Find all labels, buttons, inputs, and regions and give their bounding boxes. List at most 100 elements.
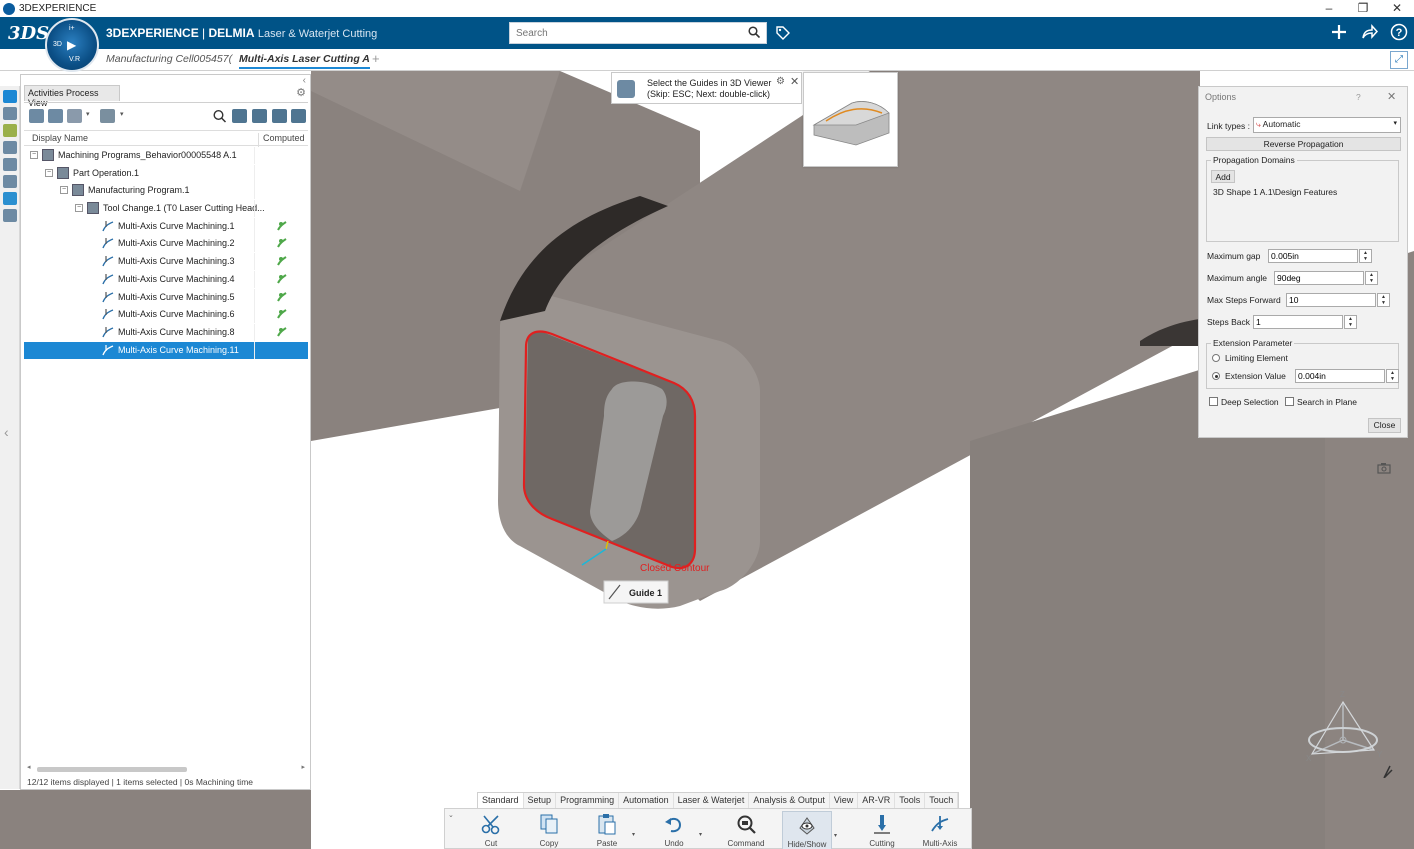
- prompt-close-icon[interactable]: ✕: [790, 75, 799, 88]
- tab-standard[interactable]: Standard: [478, 793, 524, 808]
- cutting-button[interactable]: Cutting: [860, 811, 904, 848]
- scroll-right-icon[interactable]: ▸: [301, 763, 305, 771]
- view-options-icon[interactable]: [67, 109, 82, 123]
- expand-panel-chevron-icon[interactable]: ‹: [4, 424, 9, 440]
- tab-tools[interactable]: Tools: [895, 793, 926, 808]
- camera-icon[interactable]: [1377, 462, 1391, 474]
- search-box[interactable]: [509, 22, 767, 44]
- tree-row[interactable]: Multi-Axis Curve Machining.4: [24, 270, 308, 289]
- tab-touch[interactable]: Touch: [925, 793, 959, 808]
- display-name-column-header[interactable]: Display Name: [32, 133, 88, 143]
- command-button[interactable]: Command: [724, 811, 768, 848]
- tab-automation[interactable]: Automation: [619, 793, 674, 808]
- tag-icon[interactable]: [775, 25, 791, 41]
- extension-value-input[interactable]: [1295, 369, 1385, 383]
- tree-row[interactable]: Multi-Axis Curve Machining.8: [24, 323, 308, 342]
- view-options-dropdown-icon[interactable]: ▾: [86, 110, 90, 118]
- undo-button[interactable]: Undo ▾: [652, 811, 702, 848]
- domain-list-item[interactable]: 3D Shape 1 A.1\Design Features: [1213, 187, 1337, 197]
- chevron-down-icon[interactable]: ▾: [1393, 119, 1397, 127]
- options-close-icon[interactable]: ✕: [1387, 90, 1396, 103]
- reverse-propagation-button[interactable]: Reverse Propagation: [1206, 137, 1401, 151]
- cut-button[interactable]: Cut: [469, 811, 513, 848]
- limiting-element-radio[interactable]: [1212, 354, 1220, 362]
- steps-back-spinner[interactable]: ▲ ▼: [1344, 315, 1357, 329]
- deep-selection-checkbox[interactable]: [1209, 397, 1218, 406]
- compass-widget[interactable]: i+ 3D ▶ V.R: [45, 18, 99, 72]
- tree-collapse-icon[interactable]: [48, 109, 63, 123]
- scrollbar-thumb[interactable]: [37, 767, 187, 772]
- process-icon[interactable]: [3, 107, 17, 120]
- max-steps-input[interactable]: [1286, 293, 1376, 307]
- machining-icon[interactable]: [3, 175, 17, 188]
- minimize-button[interactable]: –: [1312, 0, 1346, 17]
- tree-row[interactable]: Multi-Axis Curve Machining.5: [24, 288, 308, 307]
- group-by-icon[interactable]: [100, 109, 115, 123]
- tree-expander-icon[interactable]: −: [75, 204, 83, 213]
- tree-row[interactable]: Multi-Axis Curve Machining.3: [24, 253, 308, 271]
- search-tree-icon[interactable]: [212, 109, 227, 123]
- timeline-icon[interactable]: [3, 209, 17, 222]
- restore-button[interactable]: ❐: [1346, 0, 1380, 17]
- tree-row[interactable]: − Tool Change.1 (T0 Laser Cutting Head...: [24, 200, 308, 218]
- tab-laser-waterjet[interactable]: Laser & Waterjet: [674, 793, 750, 808]
- group-by-dropdown-icon[interactable]: ▾: [120, 110, 124, 118]
- share-icon[interactable]: [1360, 23, 1378, 41]
- tree-settings-icon[interactable]: [272, 109, 287, 123]
- prompt-settings-icon[interactable]: ⚙: [776, 76, 785, 87]
- multi-axis-button[interactable]: Multi-Axis: [918, 811, 962, 848]
- tree-view-icon[interactable]: [3, 90, 17, 103]
- computed-column-header[interactable]: Computed: [258, 133, 308, 147]
- tab-view[interactable]: View: [830, 793, 859, 808]
- tab-setup[interactable]: Setup: [524, 793, 557, 808]
- resource-icon[interactable]: [3, 124, 17, 137]
- tree-horizontal-scrollbar[interactable]: ◂ ▸: [27, 763, 305, 773]
- hide-show-button[interactable]: Hide/Show ▾: [782, 811, 837, 849]
- column-filter-icon[interactable]: [252, 109, 267, 123]
- export-icon[interactable]: [291, 109, 306, 123]
- close-button[interactable]: Close: [1368, 418, 1401, 433]
- tree-row[interactable]: Multi-Axis Curve Machining.6: [24, 306, 308, 324]
- add-tab-button[interactable]: +: [372, 51, 380, 66]
- search-input[interactable]: [510, 23, 740, 43]
- tree-row[interactable]: Multi-Axis Curve Machining.2: [24, 235, 308, 253]
- help-icon[interactable]: ?: [1390, 23, 1408, 41]
- max-gap-spinner[interactable]: ▲ ▼: [1359, 249, 1372, 263]
- scroll-left-icon[interactable]: ◂: [27, 763, 31, 771]
- options-help-icon[interactable]: ?: [1356, 92, 1361, 102]
- extension-value-spinner[interactable]: ▲ ▼: [1386, 369, 1399, 383]
- max-angle-input[interactable]: [1274, 271, 1364, 285]
- steps-back-input[interactable]: [1253, 315, 1343, 329]
- tab-multi-axis-laser-cutting[interactable]: Multi-Axis Laser Cutting A: [239, 53, 370, 69]
- copy-button[interactable]: Copy: [527, 811, 571, 848]
- axis-compass[interactable]: Z X Y: [1300, 688, 1400, 778]
- filter-view-icon[interactable]: [3, 158, 17, 171]
- search-icon[interactable]: [748, 26, 760, 38]
- paste-dropdown-icon[interactable]: ▾: [632, 831, 635, 838]
- product-icon[interactable]: [3, 141, 17, 154]
- tree-row[interactable]: Multi-Axis Curve Machining.1: [24, 217, 308, 236]
- tree-row[interactable]: − Part Operation.1: [24, 164, 308, 183]
- search-in-plane-checkbox[interactable]: [1285, 397, 1294, 406]
- program-view-icon[interactable]: [3, 192, 17, 205]
- tree-expander-icon[interactable]: −: [30, 151, 38, 159]
- play-icon[interactable]: ▶: [67, 38, 76, 52]
- close-window-button[interactable]: ✕: [1380, 0, 1414, 17]
- action-bar-collapse-icon[interactable]: ⌄: [448, 811, 454, 819]
- tree-row[interactable]: − Machining Programs_Behavior00005548 A.1: [24, 147, 308, 165]
- extension-value-radio[interactable]: [1212, 372, 1220, 380]
- tree-expand-icon[interactable]: [29, 109, 44, 123]
- tab-activities-process-view[interactable]: Activities Process View: [24, 85, 120, 108]
- tab-analysis-output[interactable]: Analysis & Output: [749, 793, 830, 808]
- plus-icon[interactable]: [1330, 23, 1348, 41]
- panel-settings-icon[interactable]: ⚙: [296, 86, 306, 99]
- undo-dropdown-icon[interactable]: ▾: [699, 831, 702, 838]
- tab-ar-vr[interactable]: AR-VR: [858, 793, 896, 808]
- add-domain-button[interactable]: Add: [1211, 170, 1235, 183]
- filter-icon[interactable]: [232, 109, 247, 123]
- tree-expander-icon[interactable]: −: [45, 168, 53, 177]
- max-steps-spinner[interactable]: ▲ ▼: [1377, 293, 1390, 307]
- link-types-select[interactable]: ⤷ Automatic ▾: [1253, 117, 1401, 133]
- fullscreen-icon[interactable]: ⤢: [1390, 51, 1408, 69]
- hide-show-dropdown-icon[interactable]: ▾: [834, 832, 837, 839]
